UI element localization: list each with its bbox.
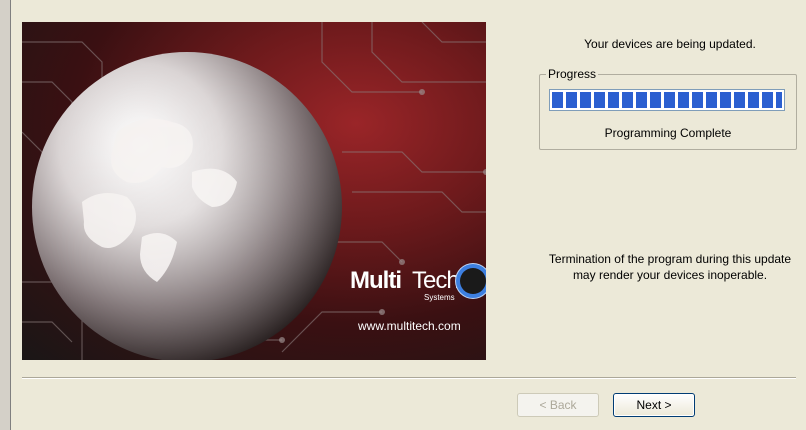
logo-multi-text: Multi bbox=[350, 267, 402, 294]
footer-separator bbox=[22, 377, 796, 379]
globe-illustration bbox=[22, 22, 486, 360]
progress-group: Progress Programming Complete bbox=[539, 67, 797, 150]
multitech-logo: Multi Tech Systems bbox=[350, 267, 486, 307]
logo-tech-text: Tech bbox=[412, 267, 460, 294]
website-url: www.multitech.com bbox=[358, 319, 461, 333]
next-button[interactable]: Next > bbox=[613, 393, 695, 417]
back-button[interactable]: < Back bbox=[517, 393, 599, 417]
progress-status-text: Programming Complete bbox=[604, 126, 732, 140]
progress-bar bbox=[549, 89, 785, 111]
progress-group-label: Progress bbox=[546, 67, 599, 81]
update-heading: Your devices are being updated. bbox=[584, 37, 756, 51]
progress-fill bbox=[552, 92, 782, 108]
termination-warning: Termination of the program during this u… bbox=[548, 252, 792, 282]
logo-circle-icon bbox=[460, 268, 486, 294]
logo-systems-text: Systems bbox=[424, 293, 455, 302]
banner-image: Multi Tech Systems www.multitech.com bbox=[22, 22, 486, 360]
